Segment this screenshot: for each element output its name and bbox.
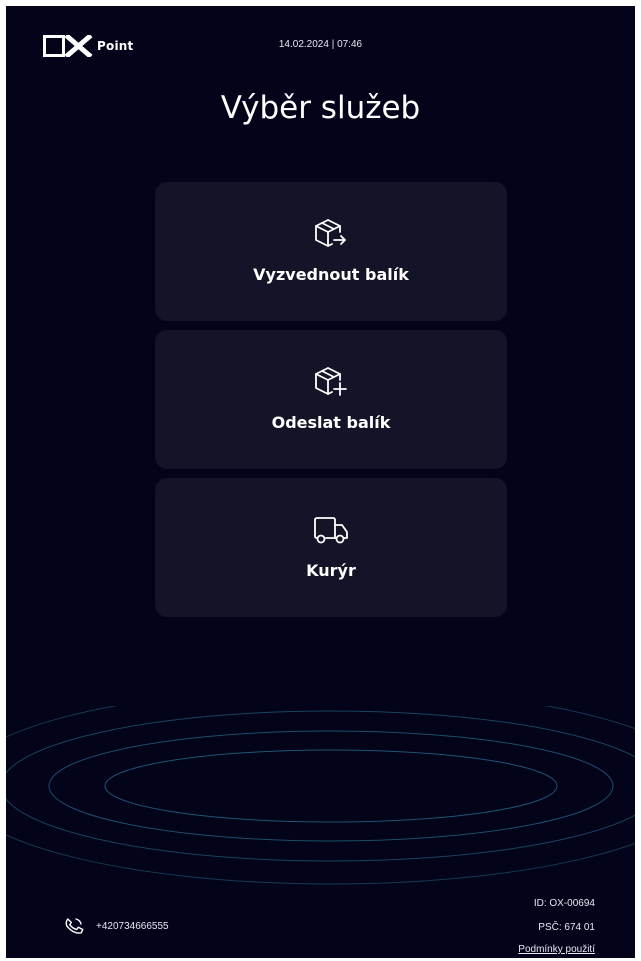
kiosk-screen: Point 14.02.2024 | 07:46 Výběr služeb Vy… [6, 6, 635, 958]
date-time: 14.02.2024 | 07:46 [278, 39, 363, 50]
support-phone: +420734666555 [64, 916, 169, 936]
terms-of-use-link[interactable]: Podmínky použití [518, 944, 595, 955]
postal-code: PSČ: 674 01 [538, 922, 595, 933]
service-label: Kurýr [306, 561, 356, 580]
package-send-icon [155, 366, 507, 398]
decorative-rings [6, 706, 635, 885]
phone-number: +420734666555 [96, 920, 169, 932]
phone-icon [65, 918, 84, 934]
service-label: Vyzvednout balík [253, 265, 409, 284]
service-courier-button[interactable]: Kurýr [155, 478, 507, 617]
truck-icon [155, 514, 507, 546]
package-pickup-icon [155, 218, 507, 250]
service-send-button[interactable]: Odeslat balík [155, 330, 507, 469]
kiosk-id: ID: OX-00694 [533, 898, 595, 909]
service-label: Odeslat balík [271, 413, 391, 432]
page-title: Výběr služeb [220, 90, 421, 126]
service-pickup-button[interactable]: Vyzvednout balík [155, 182, 507, 321]
